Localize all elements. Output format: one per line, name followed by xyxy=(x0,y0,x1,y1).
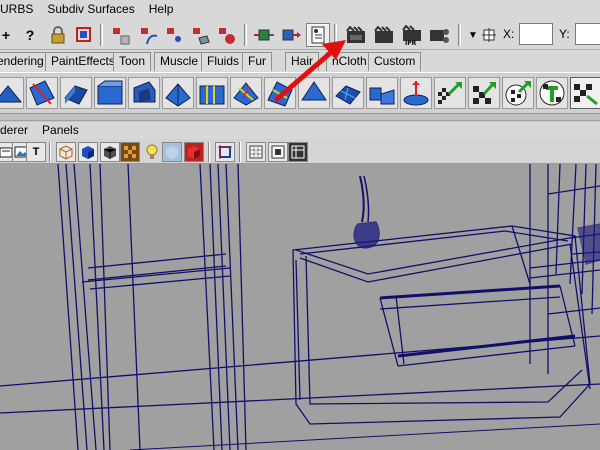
status-separator xyxy=(458,24,461,46)
uv-cylindrical-icon[interactable] xyxy=(468,77,500,109)
menu-nurbs[interactable]: URBS xyxy=(0,0,41,19)
panel-toolbar: T xyxy=(0,139,600,164)
tab-fur[interactable]: Fur xyxy=(242,52,272,71)
menu-renderer[interactable]: derer xyxy=(0,122,36,139)
query-icon[interactable]: ? xyxy=(18,23,42,47)
combine-icon[interactable] xyxy=(366,77,398,109)
cut-faces-icon[interactable] xyxy=(230,77,262,109)
construction-history-icon[interactable] xyxy=(306,23,330,47)
smooth-icon[interactable] xyxy=(298,77,330,109)
extrude-face-icon[interactable] xyxy=(60,77,92,109)
insert-edge-loop-icon[interactable] xyxy=(264,77,296,109)
tab-rendering[interactable]: endering xyxy=(0,52,50,71)
y-label: Y: xyxy=(559,27,570,41)
toolbar-separator xyxy=(208,142,210,162)
lights-icon[interactable] xyxy=(142,142,162,162)
wireframe-icon[interactable] xyxy=(56,142,76,162)
menu-subdiv-surfaces[interactable]: Subdiv Surfaces xyxy=(41,0,142,19)
toolbar-separator xyxy=(239,142,241,162)
extrude-edge-icon[interactable] xyxy=(128,77,160,109)
film-gate-icon[interactable] xyxy=(288,142,308,162)
wireframe-on-shaded-icon[interactable] xyxy=(100,142,120,162)
tab-custom[interactable]: Custom xyxy=(368,52,422,71)
transfer-icon[interactable] xyxy=(400,77,432,109)
x-field[interactable] xyxy=(519,23,553,45)
ipr-render-icon[interactable]: IPR xyxy=(400,23,424,47)
output-history-icon[interactable] xyxy=(280,23,304,47)
snap-live-icon[interactable] xyxy=(214,23,238,47)
tab-fluids[interactable]: Fluids xyxy=(201,52,246,71)
split-polygon-icon[interactable] xyxy=(26,77,58,109)
shelf-icons xyxy=(0,72,600,114)
isolate-select-icon[interactable] xyxy=(215,142,235,162)
merge-vertices-icon[interactable] xyxy=(196,77,228,109)
render-settings-icon[interactable] xyxy=(428,23,452,47)
shelf-divider xyxy=(0,114,600,121)
grid-toggle-icon[interactable] xyxy=(246,142,266,162)
main-menu-bar: URBS Subdiv Surfaces Help xyxy=(0,0,600,19)
wireframe-scene xyxy=(0,164,600,450)
maya-window: URBS Subdiv Surfaces Help + ? IPR ▼ X: Y… xyxy=(0,0,600,450)
snap-grid-icon[interactable] xyxy=(108,23,132,47)
bevel-icon[interactable] xyxy=(94,77,126,109)
tab-ncloth[interactable]: nCloth xyxy=(326,52,373,71)
shelf-tab-bar: endering PaintEffects Toon Muscle Fluids… xyxy=(0,50,600,72)
textured-icon[interactable] xyxy=(120,142,140,162)
uv-spherical-icon[interactable] xyxy=(502,77,534,109)
render-frame-icon[interactable] xyxy=(372,23,396,47)
shadows-icon[interactable] xyxy=(184,142,204,162)
tab-hair[interactable]: Hair xyxy=(285,52,320,71)
status-separator xyxy=(334,24,337,46)
append-polygon-icon[interactable] xyxy=(162,77,194,109)
highlight-selection-icon[interactable] xyxy=(72,23,96,47)
xray-icon[interactable] xyxy=(162,142,182,162)
resolution-gate-icon[interactable] xyxy=(268,142,288,162)
lock-icon[interactable] xyxy=(46,23,70,47)
tab-toon[interactable]: Toon xyxy=(113,52,152,71)
smooth-shade-icon[interactable] xyxy=(78,142,98,162)
sculpt-surface-icon[interactable] xyxy=(0,77,24,109)
perspective-viewport[interactable] xyxy=(0,164,600,450)
transform-mode-icon[interactable] xyxy=(480,23,498,47)
uv-automatic-icon[interactable] xyxy=(536,77,568,109)
uv-texture-editor-icon[interactable] xyxy=(570,77,600,109)
status-separator xyxy=(100,24,103,46)
render-view-icon[interactable] xyxy=(344,23,368,47)
svg-text:IPR: IPR xyxy=(405,40,417,45)
add-icon[interactable]: + xyxy=(0,23,18,47)
chevron-down-icon[interactable]: ▼ xyxy=(466,23,480,47)
x-label: X: xyxy=(503,27,515,41)
status-separator xyxy=(244,24,247,46)
snap-view-plane-icon[interactable] xyxy=(188,23,212,47)
menu-help[interactable]: Help xyxy=(143,0,182,19)
y-field[interactable] xyxy=(575,23,600,45)
tab-muscle[interactable]: Muscle xyxy=(154,52,205,71)
status-line: + ? IPR ▼ X: Y: xyxy=(0,19,600,50)
uv-planar-icon[interactable] xyxy=(434,77,466,109)
snap-curve-icon[interactable] xyxy=(136,23,160,47)
tab-painteffects[interactable]: PaintEffects xyxy=(45,52,121,71)
menu-panels[interactable]: Panels xyxy=(36,122,87,139)
panel-menu-bar: derer Panels xyxy=(0,122,600,139)
text-icon[interactable]: T xyxy=(26,142,46,162)
input-history-icon[interactable] xyxy=(252,23,276,47)
subdivide-icon[interactable] xyxy=(332,77,364,109)
snap-point-icon[interactable] xyxy=(162,23,186,47)
toolbar-separator xyxy=(49,142,51,162)
